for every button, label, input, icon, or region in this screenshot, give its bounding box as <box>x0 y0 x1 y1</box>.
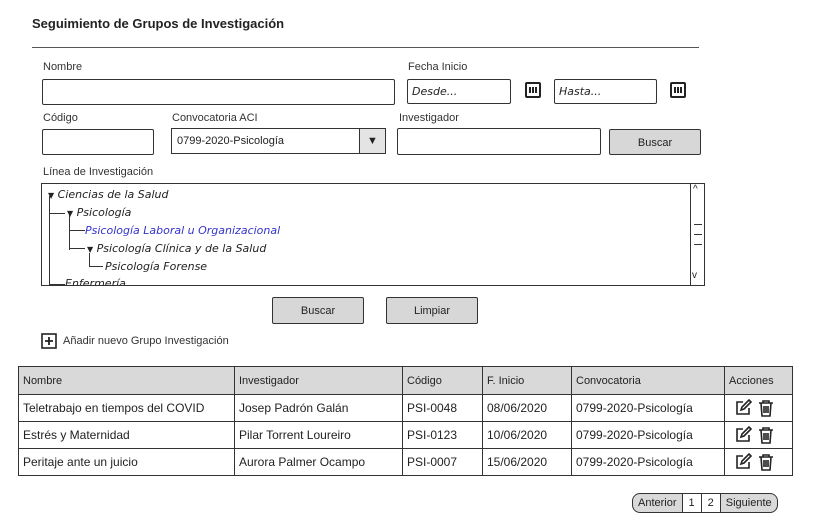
cell-investigador: Pilar Torrent Loureiro <box>234 421 403 449</box>
linea-label: Línea de Investigación <box>43 166 154 178</box>
calendar-icon[interactable] <box>670 82 686 98</box>
trash-icon[interactable] <box>757 453 775 471</box>
pager-page-1[interactable]: 1 <box>681 494 701 512</box>
cell-fecha: 15/06/2020 <box>482 448 572 476</box>
trash-icon[interactable] <box>757 426 775 444</box>
tree-node[interactable]: Enfermería <box>65 277 126 285</box>
cell-acciones <box>724 448 793 476</box>
column-header[interactable]: Convocatoria <box>571 366 725 395</box>
pager-page-2[interactable]: 2 <box>700 494 720 512</box>
tree-node-selected[interactable]: Psicología Laboral u Organizacional <box>85 224 280 237</box>
title-divider <box>32 47 699 48</box>
pagination: Anterior 1 2 Siguiente <box>632 493 778 513</box>
scroll-down-icon[interactable]: v <box>692 270 697 281</box>
codigo-input[interactable] <box>42 129 154 155</box>
cell-codigo: PSI-0123 <box>402 421 483 449</box>
cell-acciones <box>724 394 793 422</box>
desde-input[interactable]: Desde... <box>407 79 511 104</box>
cell-codigo: PSI-0048 <box>402 394 483 422</box>
cell-investigador: Josep Padrón Galán <box>234 394 403 422</box>
cell-fecha: 10/06/2020 <box>482 421 572 449</box>
tree-node[interactable]: ▼ Psicología Clínica y de la Salud <box>87 242 266 255</box>
investigador-input[interactable] <box>397 128 601 155</box>
column-header[interactable]: Nombre <box>18 366 235 395</box>
linea-tree[interactable]: ▼ Ciencias de la Salud ▼ Psicología Psic… <box>41 183 705 286</box>
add-icon[interactable] <box>41 333 57 349</box>
page-title: Seguimiento de Grupos de Investigación <box>32 16 285 31</box>
tree-node[interactable]: Psicología Forense <box>105 260 207 273</box>
nombre-label: Nombre <box>43 61 83 73</box>
cell-nombre: Estrés y Maternidad <box>18 421 235 449</box>
column-header[interactable]: F. Inicio <box>482 366 572 395</box>
convocatoria-label: Convocatoria ACI <box>172 112 258 124</box>
pager-next-button[interactable]: Siguiente <box>719 494 777 512</box>
cell-fecha: 08/06/2020 <box>482 394 572 422</box>
edit-icon[interactable] <box>734 452 753 471</box>
calendar-icon[interactable] <box>525 82 541 98</box>
column-header[interactable]: Investigador <box>234 366 403 395</box>
limpiar-button[interactable]: Limpiar <box>386 297 478 324</box>
convocatoria-value: 0799-2020-Psicología <box>177 135 285 147</box>
codigo-label: Código <box>43 112 78 124</box>
cell-convocatoria: 0799-2020-Psicología <box>571 394 725 422</box>
cell-acciones <box>724 421 793 449</box>
cell-convocatoria: 0799-2020-Psicología <box>571 448 725 476</box>
trash-icon[interactable] <box>757 399 775 417</box>
column-header[interactable]: Código <box>402 366 483 395</box>
buscar-button[interactable]: Buscar <box>272 297 364 324</box>
cell-convocatoria: 0799-2020-Psicología <box>571 421 725 449</box>
dropdown-arrow-icon[interactable]: ▼ <box>359 129 385 153</box>
add-group-link[interactable]: Añadir nuevo Grupo Investigación <box>63 335 229 347</box>
investigador-label: Investigador <box>399 112 459 124</box>
tree-scrollbar[interactable]: ^ v <box>690 184 704 285</box>
edit-icon[interactable] <box>734 425 753 444</box>
tree-node[interactable]: ▼ Psicología <box>67 206 131 219</box>
cell-nombre: Teletrabajo en tiempos del COVID <box>18 394 235 422</box>
table-row[interactable]: Estrés y Maternidad Pilar Torrent Lourei… <box>18 421 793 449</box>
column-header: Acciones <box>724 366 793 395</box>
table-row[interactable]: Teletrabajo en tiempos del COVID Josep P… <box>18 394 793 422</box>
tree-node[interactable]: ▼ Ciencias de la Salud <box>48 188 168 201</box>
fecha-inicio-label: Fecha Inicio <box>408 61 468 73</box>
nombre-input[interactable] <box>42 79 395 105</box>
edit-icon[interactable] <box>734 398 753 417</box>
cell-investigador: Aurora Palmer Ocampo <box>234 448 403 476</box>
table-header-row: Nombre Investigador Código F. Inicio Con… <box>18 366 793 395</box>
table-row[interactable]: Peritaje ante un juicio Aurora Palmer Oc… <box>18 448 793 476</box>
buscar-investigador-button[interactable]: Buscar <box>609 129 701 155</box>
cell-nombre: Peritaje ante un juicio <box>18 448 235 476</box>
groups-table: Nombre Investigador Código F. Inicio Con… <box>18 366 793 476</box>
scroll-up-icon[interactable]: ^ <box>693 184 698 195</box>
cell-codigo: PSI-0007 <box>402 448 483 476</box>
pager-prev-button[interactable]: Anterior <box>633 494 682 512</box>
convocatoria-select[interactable]: 0799-2020-Psicología ▼ <box>171 128 386 154</box>
hasta-input[interactable]: Hasta... <box>554 79 657 104</box>
